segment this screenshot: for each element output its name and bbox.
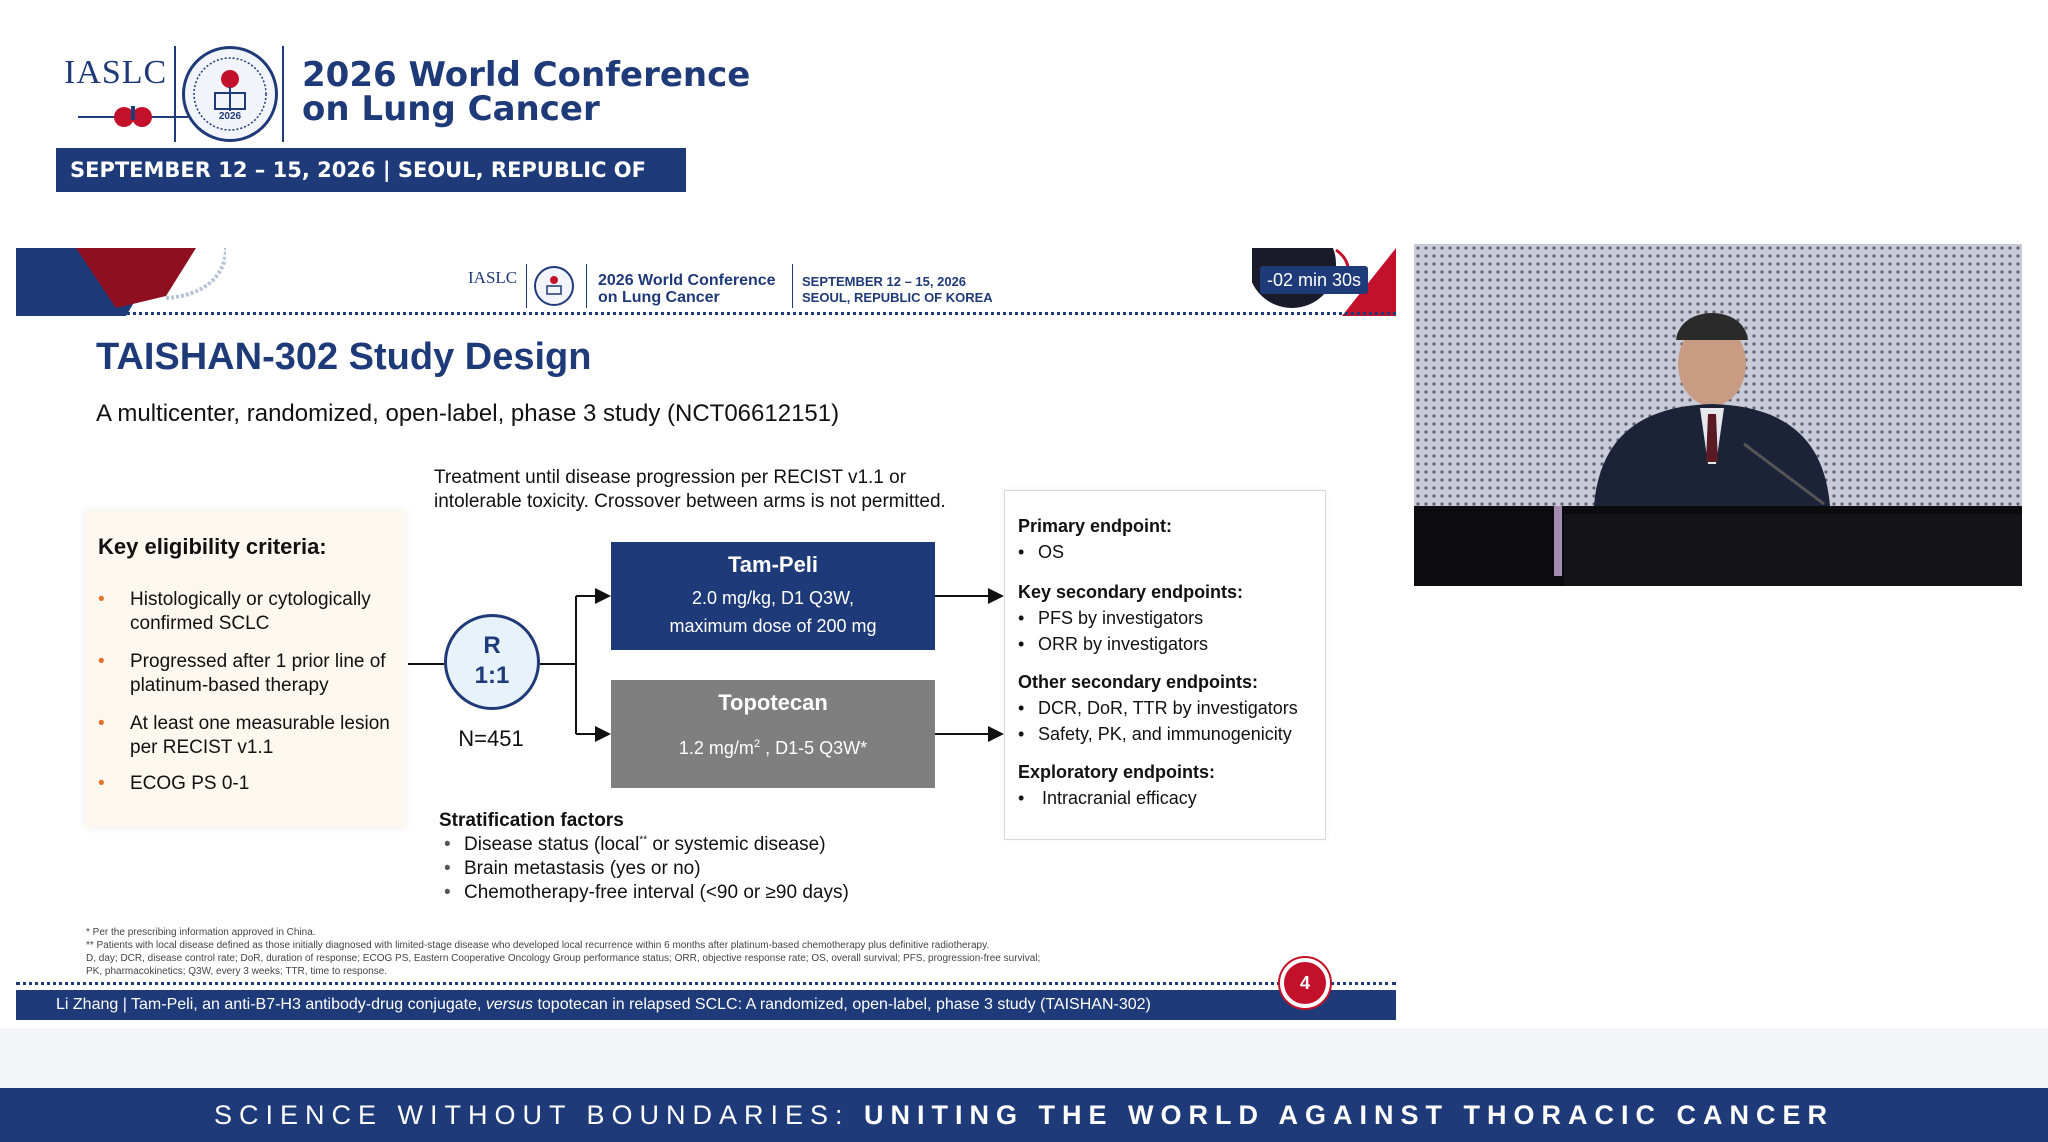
tagline-part2: UNITING THE WORLD AGAINST THORACIC CANCE… (864, 1100, 1834, 1130)
bullet: • (1018, 542, 1025, 562)
other-secondary-heading: Other secondary endpoints: (1018, 672, 1259, 692)
footer-versus: versus (485, 996, 534, 1013)
footer-presenter: Li Zhang | Tam-Peli, an anti-B7-H3 antib… (56, 996, 486, 1013)
endpoint-item: • Intracranial efficacy (1018, 788, 1197, 809)
endpoint-item: • OS (1018, 542, 1064, 563)
lung-icon (78, 106, 188, 127)
slide-footer-dotted-line (16, 982, 1396, 985)
endpoint-text: OS (1038, 542, 1065, 562)
endpoint-text: Safety, PK, and immunogenicity (1038, 724, 1292, 744)
arm-dose: 1.2 mg/m2 , D1-5 Q3W* (611, 738, 935, 759)
emblem-icon (193, 57, 267, 131)
strat-text-prefix: Disease status (local (464, 834, 640, 855)
slide-footer: Li Zhang | Tam-Peli, an anti-B7-H3 antib… (16, 990, 1396, 1020)
dose-prefix: 1.2 mg/m (678, 738, 754, 758)
slide-page-number: 4 (1280, 958, 1330, 1008)
conference-title-line1: 2026 World Conference (302, 55, 751, 95)
bullet: • (1018, 608, 1025, 628)
footnote: * Per the prescribing information approv… (86, 927, 316, 938)
footnote: PK, pharmacokinetics; Q3W, every 3 weeks… (86, 966, 388, 977)
stratification-item: • Chemotherapy-free interval (<90 or ≥90 … (444, 882, 849, 904)
iaslc-logo-text: IASLC (64, 54, 168, 91)
bullet: • (1018, 788, 1025, 808)
arm-dose-line1: 2.0 mg/kg, D1 Q3W, (691, 588, 855, 608)
strat-text-suffix: or systemic disease) (647, 834, 826, 855)
stratification-item: • Brain metastasis (yes or no) (444, 858, 701, 880)
endpoint-text: PFS by investigators (1038, 608, 1204, 628)
presentation-slide: -02 min 30s IASLC 2026 World Conference … (16, 248, 1396, 1020)
endpoint-item: • Safety, PK, and immunogenicity (1018, 724, 1292, 745)
arm-dose-line2: maximum dose of 200 mg (669, 616, 877, 636)
primary-endpoint-heading: Primary endpoint: (1018, 516, 1173, 536)
dose-suffix: , D1-5 Q3W* (760, 738, 868, 758)
key-secondary-heading: Key secondary endpoints: (1018, 582, 1244, 602)
conference-emblem: 2026 (182, 46, 278, 142)
header-divider-2 (282, 46, 284, 142)
bullet: • (1018, 634, 1025, 654)
stratification-item: • Disease status (local** or systemic dis… (444, 834, 826, 856)
bullet: • (1018, 724, 1025, 744)
randomization-ratio: 1:1 (474, 662, 510, 689)
strat-text: Chemotherapy-free interval (<90 or ≥90 d… (464, 882, 849, 903)
randomization-letter: R (483, 632, 501, 659)
conference-title: 2026 World Conference on Lung Cancer (302, 58, 750, 126)
endpoint-text: Intracranial efficacy (1042, 788, 1197, 808)
bullet: • (444, 858, 451, 879)
arm-name: Tam-Peli (727, 552, 819, 577)
footer-title: topotecan in relapsed SCLC: A randomized… (533, 996, 1151, 1013)
endpoint-text: ORR by investigators (1038, 634, 1209, 654)
header-divider (174, 46, 176, 142)
endpoint-text: DCR, DoR, TTR by investigators (1038, 698, 1298, 718)
conference-dates-location: SEPTEMBER 12 – 15, 2026 | SEOUL, REPUBLI… (56, 148, 686, 226)
footnote: D, day; DCR, disease control rate; DoR, … (86, 953, 1041, 964)
arm-topotecan: Topotecan 1.2 mg/m2 , D1-5 Q3W* (611, 680, 935, 788)
exploratory-heading: Exploratory endpoints: (1018, 762, 1216, 782)
arm-tam-peli: Tam-Peli 2.0 mg/kg, D1 Q3W, maximum dose… (611, 542, 935, 650)
conference-title-line2: on Lung Cancer (302, 89, 600, 129)
arm-name: Topotecan (718, 690, 828, 715)
strat-text: Brain metastasis (yes or no) (464, 858, 701, 879)
conference-tagline-banner: SCIENCE WITHOUT BOUNDARIES: UNITING THE … (0, 1088, 2048, 1142)
bullet: • (444, 834, 451, 855)
endpoint-item: • ORR by investigators (1018, 634, 1208, 655)
sample-size: N=451 (458, 726, 524, 751)
endpoint-item: • DCR, DoR, TTR by investigators (1018, 698, 1298, 719)
bullet: • (1018, 698, 1025, 718)
emblem-year: 2026 (218, 111, 242, 122)
tagline-part1: SCIENCE WITHOUT BOUNDARIES: (213, 1100, 865, 1130)
stratification-heading: Stratification factors (439, 810, 624, 831)
footnote: ** Patients with local disease defined a… (86, 940, 990, 951)
bullet: • (444, 882, 451, 903)
endpoint-item: • PFS by investigators (1018, 608, 1203, 629)
speaker-video-image (1414, 244, 2022, 586)
strat-superscript: ** (639, 834, 648, 846)
speaker-video-feed (1414, 244, 2022, 586)
iaslc-logo: IASLC (58, 48, 188, 138)
decorative-pattern-band (0, 1028, 2048, 1088)
